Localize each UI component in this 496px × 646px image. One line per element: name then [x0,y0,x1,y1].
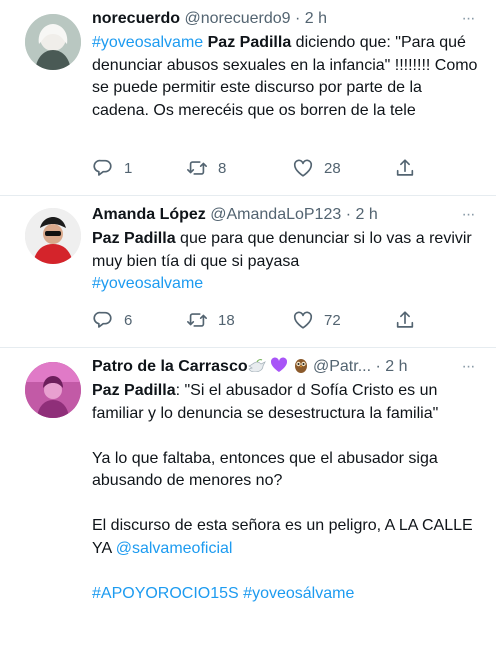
tweet[interactable]: norecuerdo @norecuerdo9 · 2 h ··· #yoveo… [0,0,496,196]
retweet-button[interactable]: 8 [186,156,226,180]
reply-count: 1 [124,159,133,177]
display-name[interactable]: Amanda López [92,206,206,223]
separator: · [345,206,352,223]
mention-link[interactable]: @salvameoficial [116,540,233,557]
share-button[interactable] [394,308,416,332]
separator: · [375,358,381,375]
text-segment: Ya lo que faltaba, entonces que el abusa… [92,449,443,490]
tweet[interactable]: Amanda López @AmandaLoP123 · 2 h ··· Paz… [0,196,496,348]
bold-text: Paz Padilla [92,230,176,247]
tweet-header: Amanda López @AmandaLoP123 · 2 h [92,204,482,226]
tweet-text: Paz Padilla que para que denunciar si lo… [92,228,482,296]
bold-text: Paz Padilla [207,34,292,51]
share-icon [394,157,416,179]
purple-heart-emoji-icon [271,357,288,372]
avatar[interactable] [25,362,81,418]
display-name[interactable]: Patro de la Carrasco [92,358,248,375]
timestamp[interactable]: 2 h [355,206,377,223]
user-handle[interactable]: @AmandaLoP123 [210,206,341,223]
action-bar: 6 18 72 [92,308,422,332]
reply-count: 6 [124,311,133,329]
more-options-icon[interactable]: ··· [458,358,478,376]
dove-emoji-icon [247,359,266,372]
separator: · [295,10,301,27]
retweet-icon [186,157,208,179]
heart-icon [292,157,314,179]
reply-button[interactable]: 1 [92,156,132,180]
tweet-text: Paz Padilla: "Si el abusador d Sofía Cri… [92,380,482,605]
like-button[interactable]: 28 [292,156,341,180]
retweet-count: 18 [218,311,235,329]
hashtag-link[interactable]: #yoveosalvame [92,275,203,292]
timestamp[interactable]: 2 h [385,358,407,375]
action-bar: 1 8 28 [92,156,422,180]
like-count: 28 [324,159,341,177]
like-count: 72 [324,311,341,329]
retweet-button[interactable]: 18 [186,308,235,332]
tweet-header: norecuerdo @norecuerdo9 · 2 h [92,8,482,30]
more-options-icon[interactable]: ··· [458,206,478,224]
display-name[interactable]: norecuerdo [92,10,180,27]
hashtag-link[interactable]: #APOYOROCIO15S [92,585,239,602]
bold-text: Paz Padilla [92,382,176,399]
heart-icon [292,309,314,331]
avatar[interactable] [25,14,81,70]
user-handle[interactable]: @Patr... [313,358,371,375]
avatar[interactable] [25,208,81,264]
like-button[interactable]: 72 [292,308,341,332]
tweet-header: Patro de la Carrasco @Patr... · 2 h [92,356,482,378]
tweet[interactable]: Patro de la Carrasco @Patr... · 2 h ··· … [0,348,496,646]
owl-emoji-icon [294,359,307,373]
share-button[interactable] [394,156,416,180]
reply-icon [92,157,114,179]
share-icon [394,309,416,331]
more-options-icon[interactable]: ··· [458,10,478,28]
hashtag-link[interactable]: #yoveosalvame [92,34,203,51]
retweet-count: 8 [218,159,227,177]
retweet-icon [186,309,208,331]
timestamp[interactable]: 2 h [305,10,327,27]
reply-button[interactable]: 6 [92,308,132,332]
hashtag-link[interactable]: #yoveosálvame [243,585,354,602]
user-handle[interactable]: @norecuerdo9 [184,10,290,27]
reply-icon [92,309,114,331]
tweet-text: #yoveosalvame Paz Padilla diciendo que: … [92,32,482,122]
